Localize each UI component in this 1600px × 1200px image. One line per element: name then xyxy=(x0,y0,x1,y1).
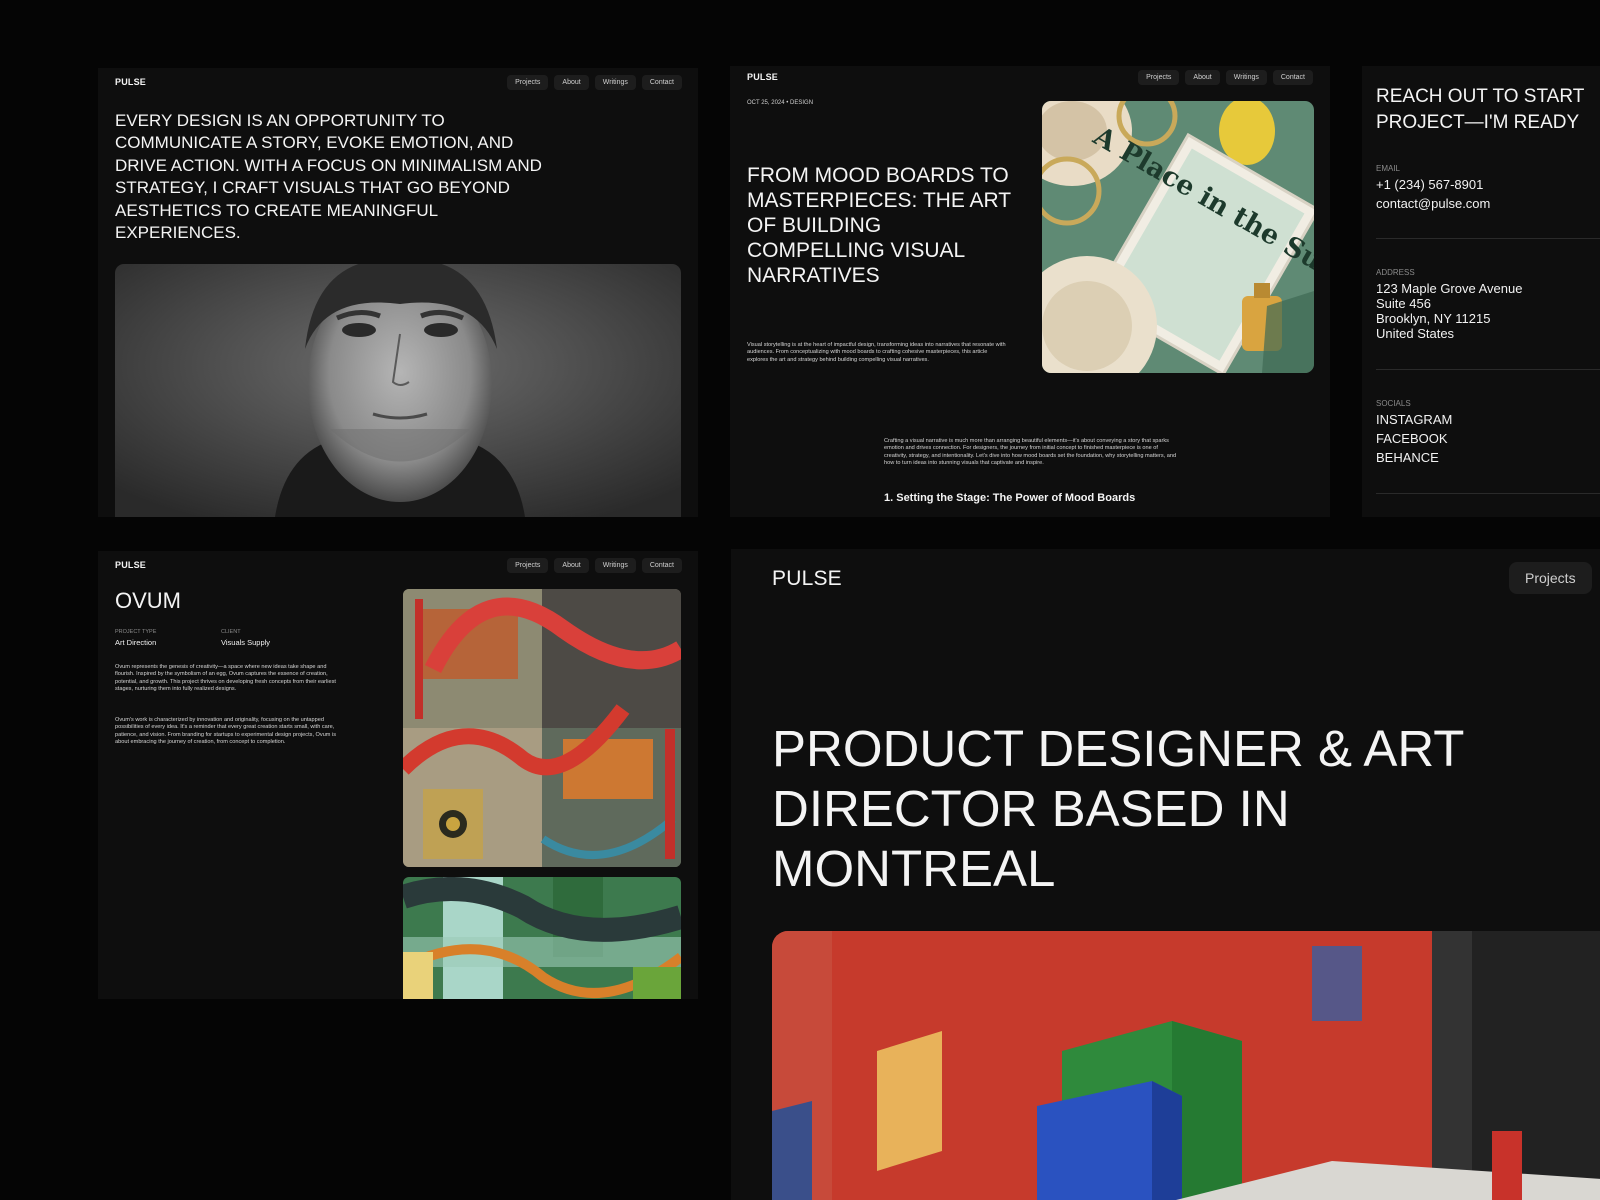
logo[interactable]: PULSE xyxy=(772,567,842,591)
meta-value: Visuals Supply xyxy=(221,638,271,647)
phone-link[interactable]: +1 (234) 567-8901 xyxy=(1376,177,1483,192)
article-cover-image: A Place in the Sun xyxy=(1042,101,1314,373)
logo[interactable]: PULSE xyxy=(115,77,146,87)
nav-projects[interactable]: Projects xyxy=(507,75,549,90)
social-behance[interactable]: BEHANCE xyxy=(1376,450,1439,465)
meta-project-type: PROJECT TYPE Art Direction xyxy=(115,629,156,647)
contact-panel: REACH OUT TO START PROJECT—I'M READY EMA… xyxy=(1362,66,1600,517)
article-meta: OCT 25, 2024 • DESIGN xyxy=(747,100,813,106)
top-nav: Projects About Writings Contact xyxy=(507,75,682,90)
nav-writings[interactable]: Writings xyxy=(594,75,636,90)
logo[interactable]: PULSE xyxy=(747,72,778,82)
address-line-4: United States xyxy=(1376,326,1455,341)
article-category: DESIGN xyxy=(790,100,814,106)
social-instagram[interactable]: INSTAGRAM xyxy=(1376,412,1452,427)
hero-image xyxy=(772,931,1600,1200)
abstract-art-2 xyxy=(403,877,681,999)
social-facebook[interactable]: FACEBOOK xyxy=(1376,431,1448,446)
project-description-2: Ovum's work is characterized by innovati… xyxy=(115,717,337,746)
meta-label: PROJECT TYPE xyxy=(115,629,157,635)
address-line-3: Brooklyn, NY 11215 xyxy=(1376,311,1491,326)
nav-projects[interactable]: Projects xyxy=(1509,562,1592,594)
article-intro: Visual storytelling is at the heart of i… xyxy=(747,342,1006,363)
nav-about[interactable]: About xyxy=(554,558,589,573)
home-headline: PRODUCT DESIGNER & ART DIRECTOR BASED IN… xyxy=(772,720,1464,897)
article-date: OCT 25, 2024 xyxy=(747,100,785,106)
section-heading: 1. Setting the Stage: The Power of Mood … xyxy=(884,492,1136,504)
contact-heading: REACH OUT TO START PROJECT—I'M READY xyxy=(1376,86,1584,133)
home-panel: PULSE Projects PRODUCT DESIGNER & ART DI… xyxy=(731,549,1600,1200)
hero-illustration xyxy=(772,931,1600,1200)
project-title: OVUM xyxy=(115,588,181,613)
about-panel: PULSE Projects About Writings Contact EV… xyxy=(98,68,698,517)
divider xyxy=(1376,369,1600,370)
address-line-2: Suite 456 xyxy=(1376,296,1431,311)
nav-contact[interactable]: Contact xyxy=(641,558,682,573)
portrait-illustration xyxy=(115,264,681,517)
nav-contact[interactable]: Contact xyxy=(1272,70,1313,85)
email-link[interactable]: contact@pulse.com xyxy=(1376,196,1490,211)
nav-writings[interactable]: Writings xyxy=(1225,70,1267,85)
top-nav: Projects About Writings Contact xyxy=(1138,70,1313,85)
project-panel: PULSE Projects About Writings Contact OV… xyxy=(98,551,698,999)
cover-illustration: A Place in the Sun xyxy=(1042,101,1314,373)
article-panel: PULSE Projects About Writings Contact OC… xyxy=(730,66,1330,517)
nav-projects[interactable]: Projects xyxy=(1138,70,1180,85)
divider xyxy=(1376,493,1600,494)
project-description-1: Ovum represents the genesis of creativit… xyxy=(115,664,336,693)
logo[interactable]: PULSE xyxy=(115,560,146,570)
project-artwork-1 xyxy=(403,589,681,867)
nav-writings[interactable]: Writings xyxy=(594,558,636,573)
abstract-art-1 xyxy=(403,589,681,867)
nav-projects[interactable]: Projects xyxy=(507,558,549,573)
article-body: Crafting a visual narrative is much more… xyxy=(884,438,1177,467)
meta-label: CLIENT xyxy=(221,629,241,635)
socials-label: SOCIALS xyxy=(1376,399,1411,408)
nav-about[interactable]: About xyxy=(1185,70,1220,85)
divider xyxy=(1376,238,1600,239)
nav-about[interactable]: About xyxy=(554,75,589,90)
address-label: ADDRESS xyxy=(1376,268,1415,277)
article-title: FROM MOOD BOARDS TO MASTERPIECES: THE AR… xyxy=(747,164,1011,287)
top-nav: Projects About Writings Contact xyxy=(507,558,682,573)
meta-client: CLIENT Visuals Supply xyxy=(221,629,270,647)
meta-value: Art Direction xyxy=(115,638,157,647)
email-label: EMAIL xyxy=(1376,164,1401,173)
nav-contact[interactable]: Contact xyxy=(641,75,682,90)
about-statement: EVERY DESIGN IS AN OPPORTUNITY TO COMMUN… xyxy=(115,111,542,243)
portrait-photo xyxy=(115,264,681,517)
address-line-1: 123 Maple Grove Avenue xyxy=(1376,281,1523,296)
project-artwork-2 xyxy=(403,877,681,999)
